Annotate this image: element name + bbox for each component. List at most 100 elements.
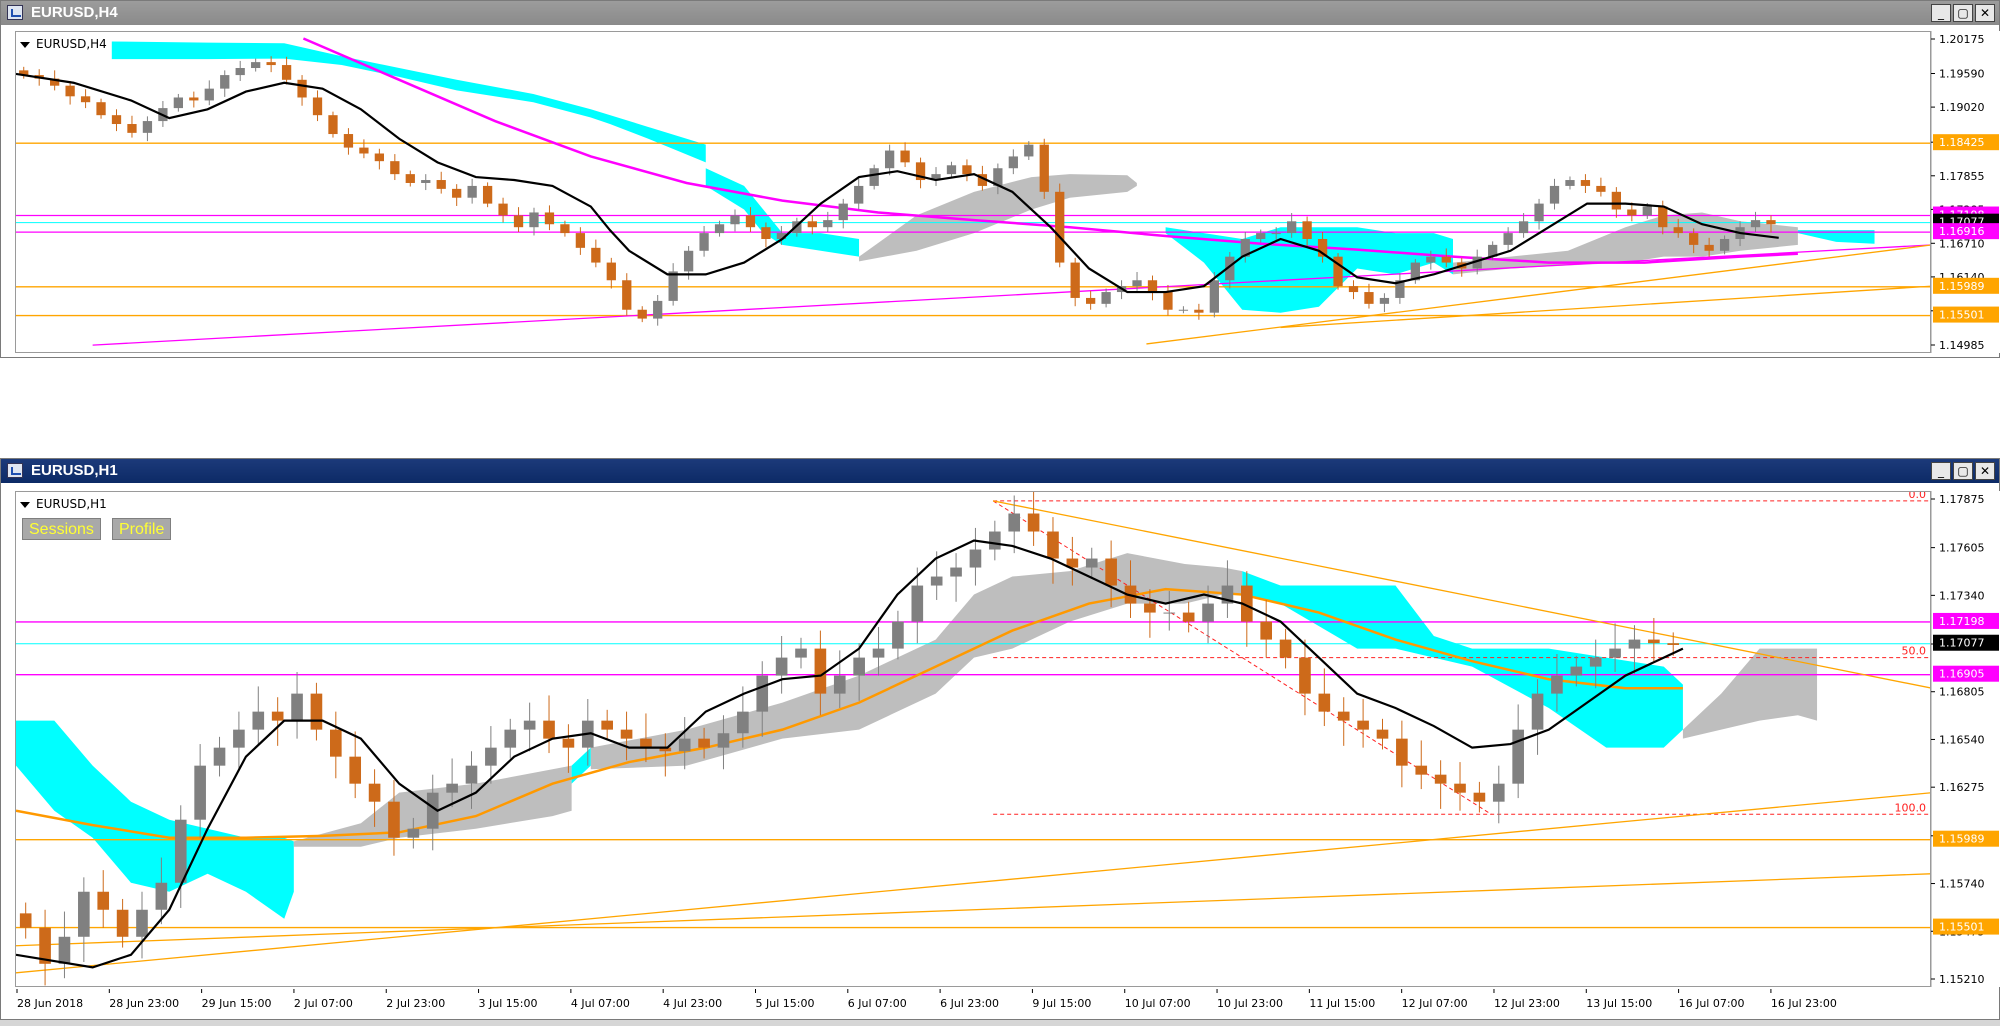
candle — [328, 111, 338, 138]
window-titlebar[interactable]: EURUSD,H1 _ ▢ ✕ — [1, 459, 1999, 483]
candle-body — [405, 174, 415, 183]
fib-level-label: 50.0 — [1902, 645, 1927, 658]
price-axis[interactable]: 1.178751.176051.173401.170701.168051.165… — [1930, 491, 2000, 987]
candle-body — [1287, 221, 1297, 234]
candle-body — [1318, 693, 1331, 712]
sessions-button[interactable]: Sessions — [22, 518, 101, 540]
candle — [884, 144, 895, 176]
candle — [116, 898, 129, 948]
minimize-button[interactable]: _ — [1931, 462, 1951, 480]
candle-body — [900, 150, 910, 163]
candle — [504, 718, 517, 759]
candle-body — [814, 648, 827, 694]
chart-window-h4[interactable]: EURUSD,H4 _ ▢ ✕ EURUSD,H4 1.20175 1.19590… — [0, 0, 2000, 358]
candle-body — [950, 567, 962, 577]
restore-button[interactable]: ▢ — [1953, 4, 1973, 22]
candle-body — [220, 75, 230, 89]
close-button[interactable]: ✕ — [1975, 4, 1995, 22]
y-tick-label: 1.17855 — [1939, 170, 1985, 183]
candle — [1534, 198, 1544, 230]
window-titlebar[interactable]: EURUSD,H4 _ ▢ ✕ — [1, 1, 1999, 25]
chart-plot-area[interactable]: EURUSD,H4 — [15, 31, 1931, 353]
minimize-button[interactable]: _ — [1931, 4, 1951, 22]
candle — [1415, 740, 1428, 790]
candle — [482, 182, 493, 208]
price-axis[interactable]: 1.201751.195901.190201.184251.178551.172… — [1930, 31, 2000, 353]
x-tick-label: 2 Jul 23:00 — [386, 997, 445, 1010]
h4-price-axis-svg: 1.201751.195901.190201.184251.178551.172… — [1930, 31, 1999, 353]
candle — [251, 58, 261, 72]
candle-body — [359, 147, 369, 154]
candle — [989, 520, 1001, 561]
chart-window-icon — [7, 5, 23, 20]
candle-body — [1039, 144, 1049, 192]
candle — [1503, 227, 1513, 252]
candle-body — [1101, 292, 1111, 304]
candle-body — [349, 756, 362, 784]
candle-body — [838, 203, 848, 221]
candle — [173, 93, 183, 112]
candle — [1279, 628, 1292, 669]
candle-body — [1565, 180, 1575, 186]
x-tick-label: 6 Jul 07:00 — [848, 997, 907, 1010]
restore-button[interactable]: ▢ — [1953, 462, 1973, 480]
candle-body — [823, 220, 833, 228]
candle-body — [1473, 792, 1486, 802]
chevron-down-icon[interactable] — [20, 501, 30, 508]
candle-body — [142, 121, 153, 133]
price-tag-label: 1.15989 — [1939, 833, 1985, 846]
candle — [1580, 174, 1591, 193]
candle-body — [543, 720, 555, 739]
candle-body — [252, 711, 265, 730]
candle-body — [312, 97, 323, 116]
candle-body — [930, 576, 943, 586]
fib-level-label: 100.0 — [1895, 801, 1927, 814]
candle — [946, 161, 957, 178]
candle — [900, 142, 910, 168]
x-tick-label: 4 Jul 23:00 — [663, 997, 722, 1010]
candle-body — [807, 221, 817, 228]
candle-body — [467, 185, 477, 198]
candle-body — [756, 675, 769, 712]
chart-window-h1[interactable]: EURUSD,H1 _ ▢ ✕ 0.0 50.0 100.0 EURUSD,H1 S… — [0, 458, 2000, 1020]
candle-body — [717, 733, 730, 748]
candle-body — [591, 247, 601, 263]
h1-chart-svg[interactable]: 0.0 50.0 100.0 — [16, 492, 1931, 987]
candle-body — [1551, 675, 1563, 694]
candle-body — [1086, 297, 1096, 304]
candle-body — [173, 97, 183, 109]
candle — [730, 209, 740, 232]
candle-body — [1396, 738, 1408, 766]
candle-body — [1441, 256, 1451, 263]
candle-body — [795, 648, 807, 658]
candle-body — [962, 165, 972, 175]
candle-body — [637, 309, 647, 319]
candle-body — [854, 185, 864, 204]
candle-body — [452, 188, 462, 198]
x-tick-label: 29 Jun 15:00 — [202, 997, 272, 1010]
candle-body — [65, 85, 75, 97]
candle-body — [1348, 286, 1359, 293]
profile-button[interactable]: Profile — [112, 518, 172, 540]
x-tick-label: 12 Jul 23:00 — [1494, 997, 1560, 1010]
candle — [591, 239, 601, 268]
close-button[interactable]: ✕ — [1975, 462, 1995, 480]
candle-body — [281, 65, 292, 80]
candle-body — [235, 68, 245, 76]
candle-body — [678, 738, 691, 752]
candle-body — [368, 783, 381, 802]
candle-body — [1596, 185, 1606, 192]
chevron-down-icon[interactable] — [20, 41, 30, 48]
candle — [1163, 284, 1173, 316]
h4-chart-svg[interactable] — [16, 32, 1931, 353]
candle — [1055, 183, 1065, 268]
chart-plot-area[interactable]: 0.0 50.0 100.0 EURUSD,H1 Sessions Profile — [15, 491, 1931, 987]
candle-body — [761, 227, 771, 239]
candle-body — [485, 747, 497, 766]
candle-body — [1426, 256, 1436, 263]
candle-body — [155, 882, 168, 910]
candle-body — [465, 765, 478, 784]
candle-body — [575, 233, 586, 248]
candle — [854, 178, 864, 210]
time-axis[interactable]: 28 Jun 2018 28 Jun 23:00 29 Jun 15:00 2 Jul… — [15, 989, 1931, 1017]
